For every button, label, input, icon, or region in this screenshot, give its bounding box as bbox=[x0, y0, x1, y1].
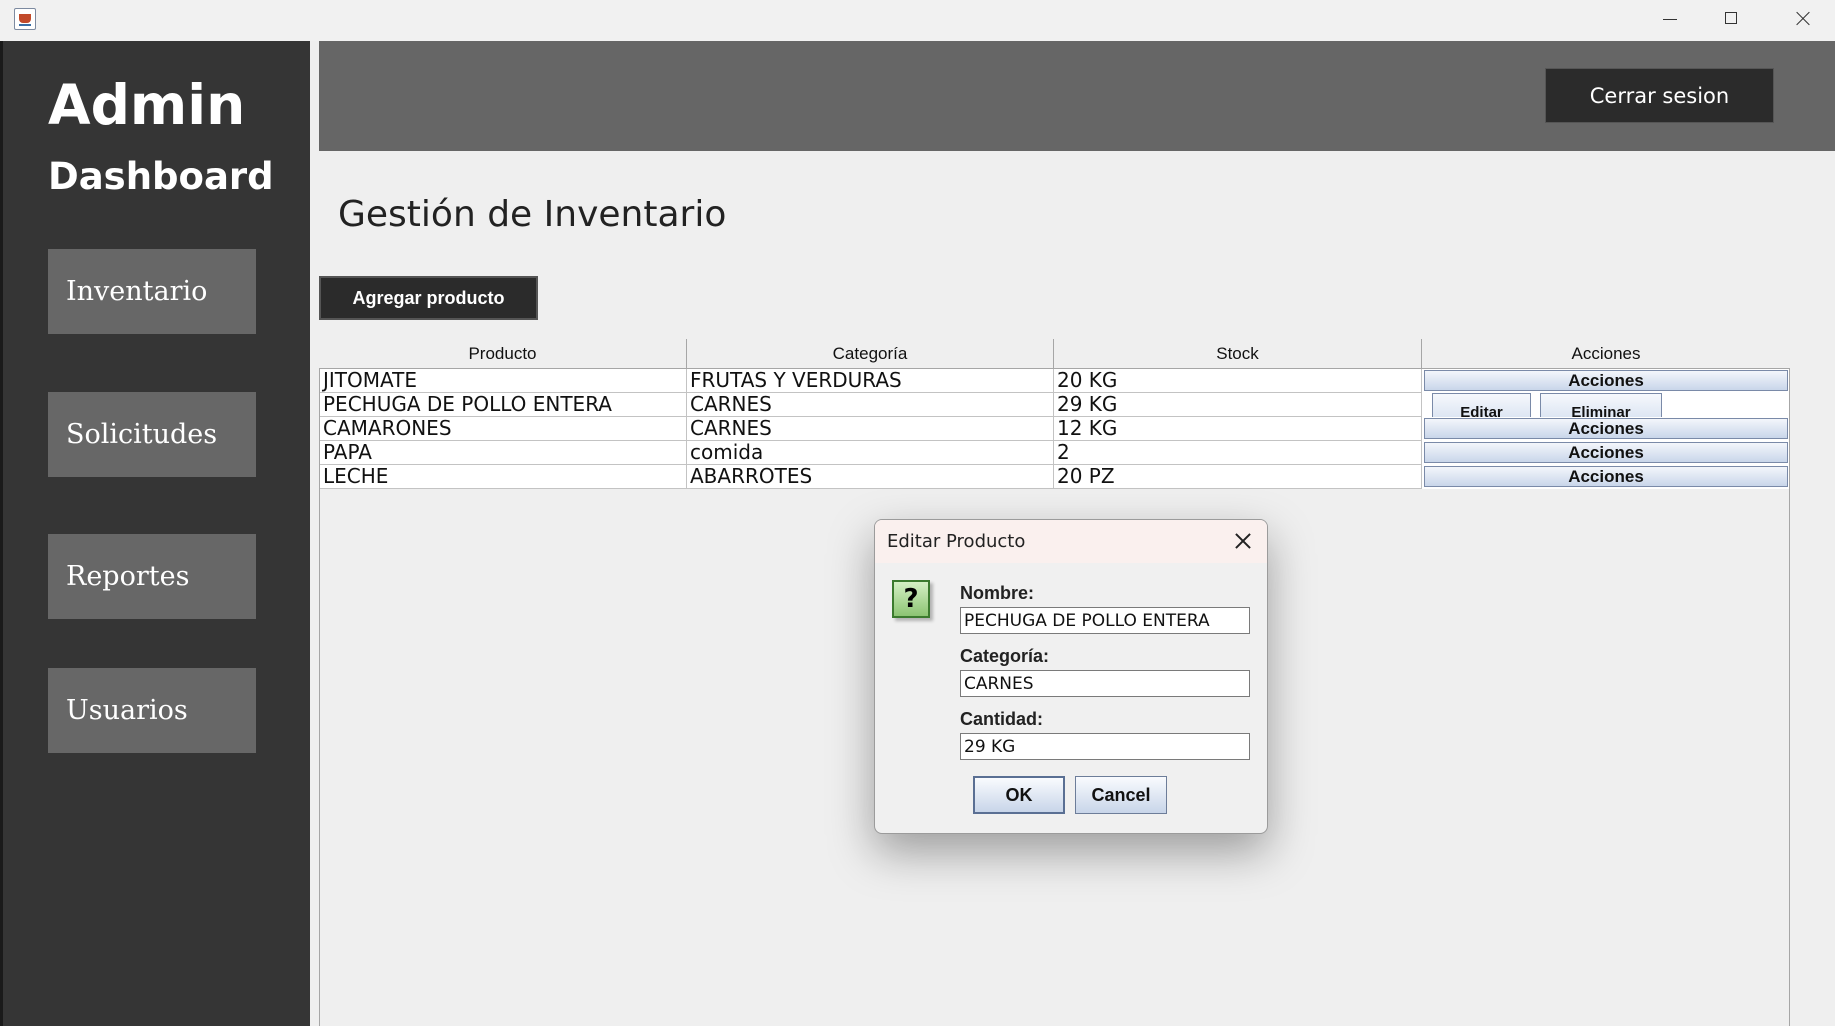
page-title: Gestión de Inventario bbox=[338, 194, 727, 235]
cell-stock: 2 bbox=[1054, 441, 1422, 465]
question-icon: ? bbox=[892, 580, 930, 618]
categoria-field[interactable] bbox=[960, 670, 1250, 697]
column-header-producto[interactable]: Producto bbox=[319, 339, 687, 369]
table-row[interactable]: JITOMATE FRUTAS Y VERDURAS 20 KG Accione… bbox=[320, 369, 1789, 393]
cantidad-field[interactable] bbox=[960, 733, 1250, 760]
cell-stock: 12 KG bbox=[1054, 417, 1422, 441]
edit-product-dialog: Editar Producto ? Nombre: Categoría: Can… bbox=[874, 519, 1268, 834]
brand-subtitle: Dashboard bbox=[48, 155, 274, 198]
column-header-stock[interactable]: Stock bbox=[1054, 339, 1422, 369]
column-header-categoria[interactable]: Categoría bbox=[687, 339, 1054, 369]
sidebar-item-solicitudes[interactable]: Solicitudes bbox=[48, 392, 256, 477]
cell-categoria: comida bbox=[687, 441, 1054, 465]
actions-button[interactable]: Acciones bbox=[1424, 418, 1788, 439]
sidebar-item-inventario[interactable]: Inventario bbox=[48, 249, 256, 334]
nombre-field[interactable] bbox=[960, 607, 1250, 634]
table-row[interactable]: LECHE ABARROTES 20 PZ Acciones bbox=[320, 465, 1789, 489]
cell-producto: PECHUGA DE POLLO ENTERA bbox=[320, 393, 687, 417]
cell-categoria: FRUTAS Y VERDURAS bbox=[687, 369, 1054, 393]
cell-producto: CAMARONES bbox=[320, 417, 687, 441]
actions-button[interactable]: Acciones bbox=[1424, 442, 1788, 463]
column-header-acciones[interactable]: Acciones bbox=[1422, 339, 1790, 369]
cancel-button[interactable]: Cancel bbox=[1075, 776, 1167, 814]
categoria-label: Categoría: bbox=[960, 646, 1050, 666]
sidebar-edge bbox=[0, 41, 3, 1026]
cell-categoria: CARNES bbox=[687, 417, 1054, 441]
delete-button[interactable]: Eliminar bbox=[1540, 393, 1662, 417]
dialog-title: Editar Producto bbox=[887, 531, 1026, 552]
dialog-titlebar[interactable]: Editar Producto bbox=[875, 520, 1267, 563]
minimize-icon[interactable] bbox=[1635, 0, 1705, 38]
cell-stock: 20 KG bbox=[1054, 369, 1422, 393]
window-titlebar bbox=[0, 0, 1835, 41]
table-row[interactable]: PAPA comida 2 Acciones bbox=[320, 441, 1789, 465]
close-icon[interactable] bbox=[1233, 531, 1253, 551]
ok-button[interactable]: OK bbox=[973, 776, 1065, 814]
cell-stock: 29 KG bbox=[1054, 393, 1422, 417]
cell-producto: LECHE bbox=[320, 465, 687, 489]
edit-button[interactable]: Editar bbox=[1432, 393, 1531, 417]
table-row[interactable]: CAMARONES CARNES 12 KG Acciones bbox=[320, 417, 1789, 441]
cell-categoria: ABARROTES bbox=[687, 465, 1054, 489]
sidebar-item-reportes[interactable]: Reportes bbox=[48, 534, 256, 619]
table-header: Producto Categoría Stock Acciones bbox=[319, 339, 1790, 369]
logout-button[interactable]: Cerrar sesion bbox=[1545, 68, 1774, 123]
cell-categoria: CARNES bbox=[687, 393, 1054, 417]
close-icon[interactable] bbox=[1766, 0, 1835, 38]
cell-stock: 20 PZ bbox=[1054, 465, 1422, 489]
actions-button[interactable]: Acciones bbox=[1424, 370, 1788, 391]
add-product-button[interactable]: Agregar producto bbox=[319, 276, 538, 320]
cell-producto: JITOMATE bbox=[320, 369, 687, 393]
maximize-icon[interactable] bbox=[1696, 0, 1766, 38]
nombre-label: Nombre: bbox=[960, 583, 1035, 603]
cell-producto: PAPA bbox=[320, 441, 687, 465]
sidebar-item-usuarios[interactable]: Usuarios bbox=[48, 668, 256, 753]
java-cup-icon bbox=[14, 8, 36, 30]
table-row[interactable]: PECHUGA DE POLLO ENTERA CARNES 29 KG Edi… bbox=[320, 393, 1789, 417]
cantidad-label: Cantidad: bbox=[960, 709, 1043, 729]
actions-button[interactable]: Acciones bbox=[1424, 466, 1788, 487]
brand-title: Admin bbox=[48, 73, 246, 137]
